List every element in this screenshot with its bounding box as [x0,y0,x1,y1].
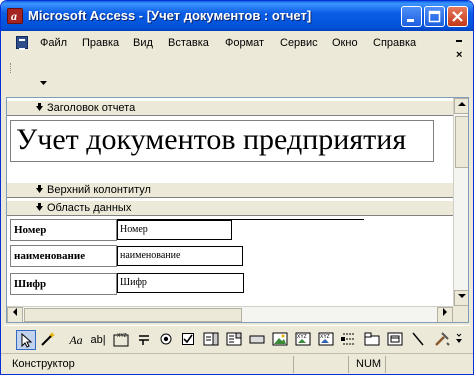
status-mode: Конструктор [12,358,75,370]
menu-tools[interactable]: Сервис [280,37,318,49]
list-box-tool-icon[interactable] [224,330,244,350]
close-button[interactable] [447,6,468,27]
svg-text:XYZ: XYZ [117,333,127,339]
field-label-name[interactable]: наименование [10,245,117,267]
maximize-button[interactable] [424,6,445,27]
scroll-up-button[interactable] [454,98,468,114]
section-bar-page-header[interactable]: Верхний колонтитул [7,182,453,198]
menu-help[interactable]: Справка [373,37,416,49]
field-label-code[interactable]: Шифр [10,273,117,295]
section-label-page-header: Верхний колонтитул [47,184,151,196]
unbound-object-frame-tool-icon[interactable]: XYZ [293,330,313,350]
section-bar-report-header[interactable]: Заголовок отчета [7,100,453,116]
section-label-detail: Область данных [47,202,132,214]
arrow-up-icon [458,102,466,106]
toolbox-options-icon[interactable] [452,330,466,350]
arrow-right-icon [443,308,447,316]
status-divider [385,356,386,373]
horizontal-scrollbar[interactable] [7,306,453,322]
svg-text:XYZ: XYZ [297,334,307,340]
section-arrow-icon [35,103,44,115]
field-control-name[interactable]: наименование [117,246,243,266]
status-bar: Конструктор NUM [1,353,473,374]
section-label-report-header: Заголовок отчета [47,102,136,114]
check-box-tool-icon[interactable] [178,330,198,350]
toolbar-grip[interactable] [10,63,13,73]
control-wizards-icon[interactable] [38,330,58,350]
status-divider [348,356,349,373]
more-controls-icon[interactable] [432,330,452,350]
field-label-number[interactable]: Номер [10,219,117,241]
title-bar[interactable]: a Microsoft Access - [Учет документов : … [1,1,473,31]
select-objects-icon[interactable] [16,330,36,350]
page-break-tool-icon[interactable] [339,330,359,350]
report-design-area[interactable]: Заголовок отчета Учет документов предпри… [6,97,469,323]
svg-text:XYZ: XYZ [320,334,330,340]
scroll-left-button[interactable] [7,307,23,322]
section-arrow-icon [35,185,44,197]
arrow-down-icon [458,294,466,298]
toolbar [4,57,470,97]
maximize-icon [428,10,441,23]
option-button-tool-icon[interactable] [156,330,176,350]
menu-window[interactable]: Окно [332,37,358,49]
close-icon [452,11,463,22]
label-tool-icon[interactable]: Aa [66,330,86,350]
arrow-left-icon [13,308,17,316]
mdi-minimize-icon [456,40,462,42]
option-group-tool-icon[interactable]: XYZ [111,330,131,350]
window-title: Microsoft Access - [Учет документов : от… [28,8,312,23]
horizontal-scroll-thumb[interactable] [24,308,242,322]
access-app-icon[interactable]: a [7,8,23,24]
subform-tool-icon[interactable] [385,330,405,350]
dropdown-arrow-icon [40,81,47,85]
tab-control-tool-icon[interactable] [362,330,382,350]
scroll-right-button[interactable] [437,307,453,322]
report-title-text: Учет документов предприятия [16,123,407,156]
menu-bar: Файл Правка Вид Вставка Формат Сервис Ок… [4,31,470,61]
section-bar-detail[interactable]: Область данных [7,200,453,216]
toolbox: Aa ab| XYZ XYZ XYZ [4,325,470,353]
report-title-label[interactable]: Учет документов предприятия [10,120,434,162]
menu-insert[interactable]: Вставка [168,37,209,49]
field-control-code[interactable]: Шифр [117,273,244,293]
section-arrow-icon [35,203,44,215]
command-button-tool-icon[interactable] [247,330,267,350]
detail-section[interactable]: Номер Номер наименование наименование Ши… [7,217,453,305]
report-document-icon[interactable] [16,36,28,50]
scroll-corner [453,306,468,322]
minimize-button[interactable] [401,6,422,27]
combo-box-tool-icon[interactable] [201,330,221,350]
toolbar-options-button[interactable] [40,81,47,88]
mdi-minimize-button[interactable] [455,35,463,46]
menu-format[interactable]: Формат [225,37,264,49]
access-window: a Microsoft Access - [Учет документов : … [0,0,474,375]
status-divider [293,356,294,373]
image-tool-icon[interactable] [270,330,290,350]
line-tool-icon[interactable] [408,330,428,350]
vertical-scrollbar[interactable] [453,98,468,306]
bound-object-frame-tool-icon[interactable]: XYZ [316,330,336,350]
field-control-number[interactable]: Номер [117,220,232,240]
menu-edit[interactable]: Правка [82,37,119,49]
status-num-lock: NUM [356,358,382,370]
text-box-tool-icon[interactable]: ab| [88,330,108,350]
menu-file[interactable]: Файл [40,37,67,49]
menu-view[interactable]: Вид [133,37,153,49]
scroll-down-button[interactable] [454,290,468,306]
minimize-icon [407,19,414,22]
toggle-button-tool-icon[interactable] [134,330,154,350]
vertical-scroll-thumb[interactable] [455,116,468,168]
